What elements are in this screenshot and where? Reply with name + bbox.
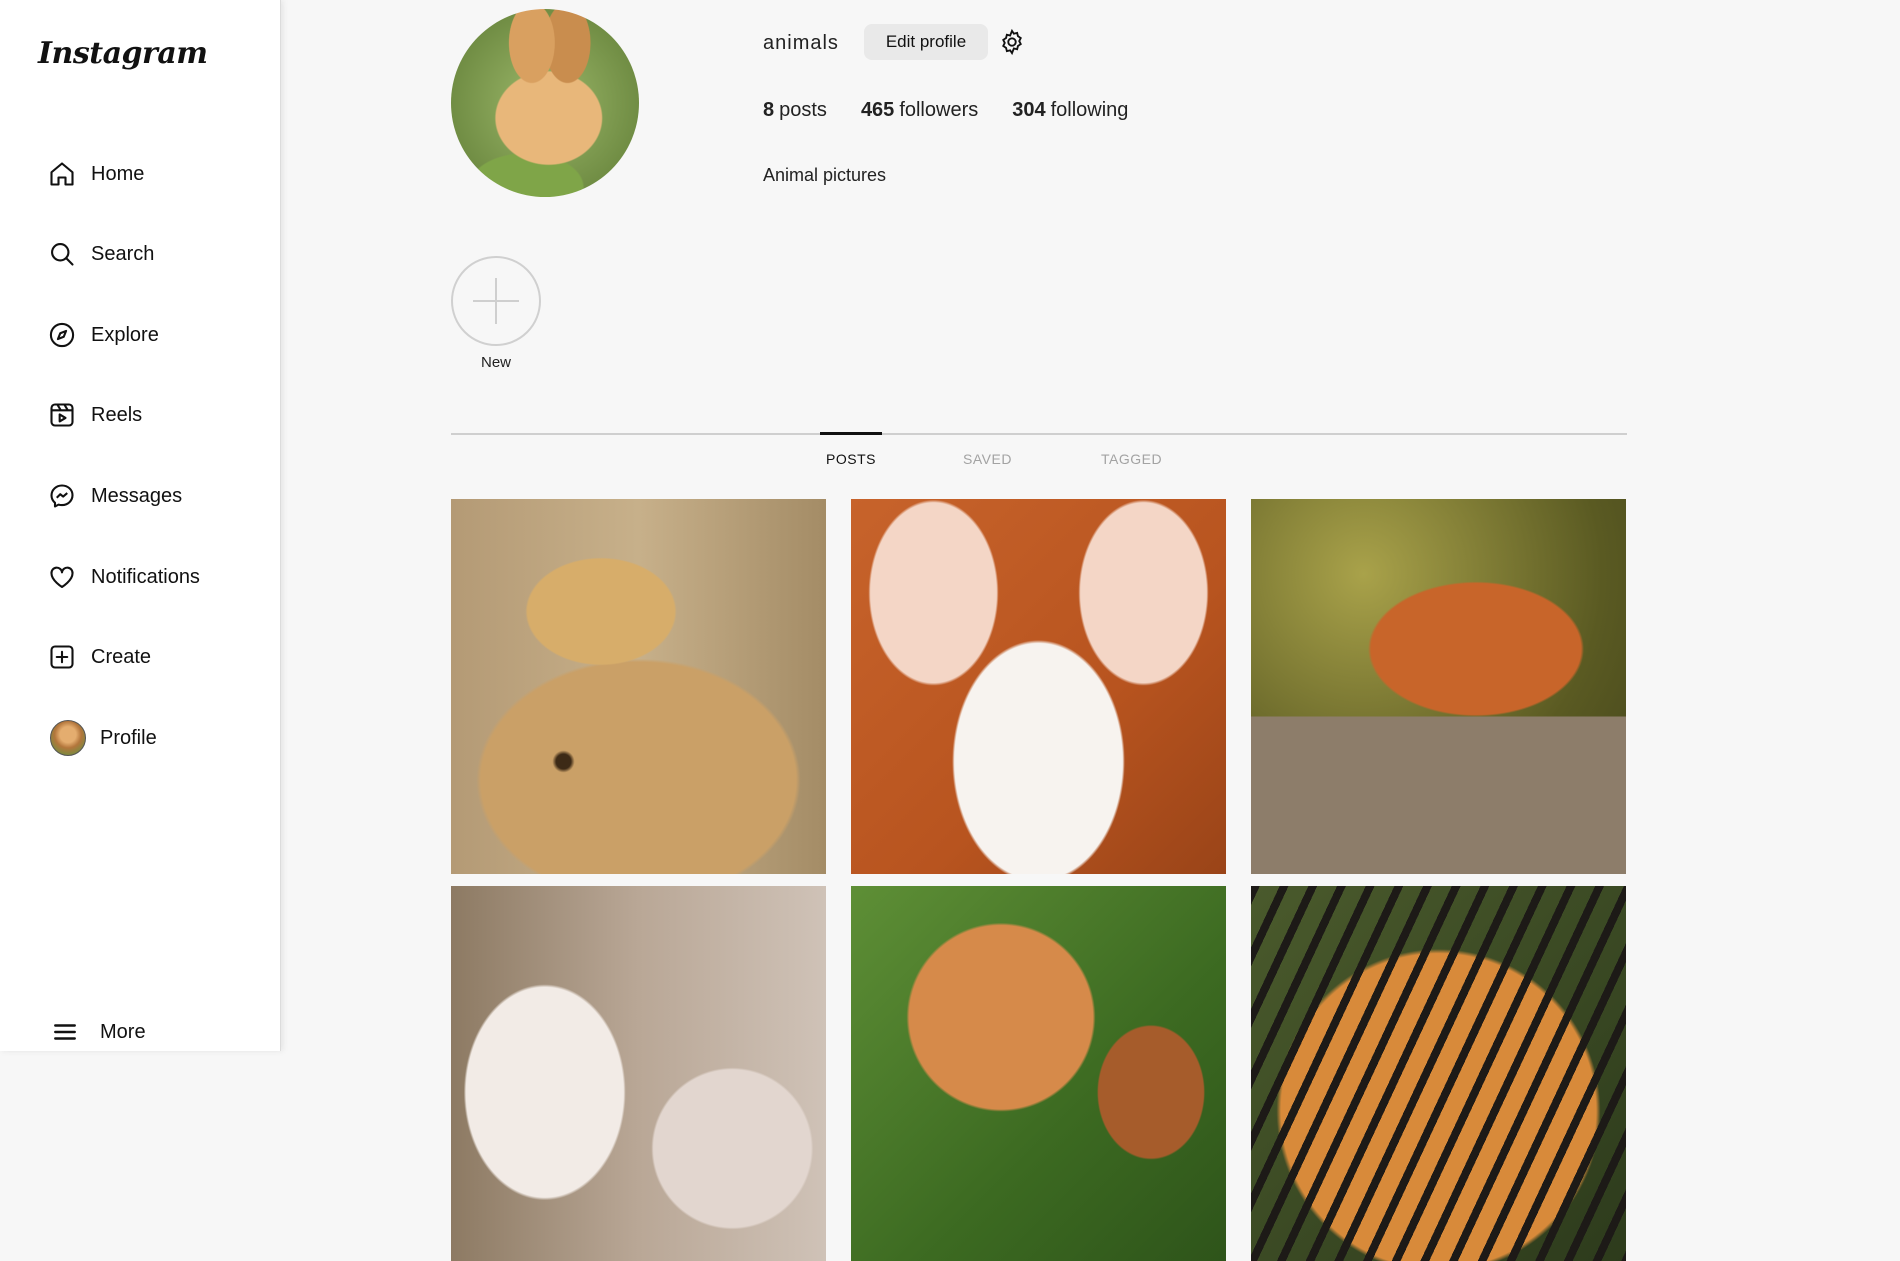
sidebar-item-notifications[interactable]: Notifications	[48, 557, 268, 597]
sidebar-item-label: Messages	[91, 485, 182, 508]
more-button[interactable]: More	[52, 1019, 146, 1045]
tab-tagged[interactable]: TAGGED	[1101, 451, 1162, 467]
sidebar-item-messages[interactable]: Messages	[48, 476, 268, 516]
profile-main: animals Edit profile 8posts 465followers…	[281, 0, 1900, 1051]
tab-posts[interactable]: POSTS	[826, 451, 876, 467]
sidebar-item-label: Explore	[91, 324, 159, 347]
new-story-label: New	[471, 354, 521, 371]
sidebar-item-label: Home	[91, 163, 144, 186]
sidebar-item-create[interactable]: Create	[48, 637, 268, 677]
plus-square-icon	[48, 643, 76, 671]
sidebar-item-profile[interactable]: Profile	[48, 718, 268, 758]
gear-icon[interactable]	[998, 28, 1026, 56]
sidebar-item-label: Reels	[91, 404, 142, 427]
avatar	[50, 720, 86, 756]
sidebar-item-explore[interactable]: Explore	[48, 315, 268, 355]
plus-icon	[453, 258, 539, 344]
menu-icon	[52, 1019, 78, 1045]
new-story-button[interactable]	[451, 256, 541, 346]
post-thumbnail[interactable]	[451, 499, 826, 874]
home-icon	[48, 160, 76, 188]
messenger-icon	[48, 482, 76, 510]
sidebar-item-label: Notifications	[91, 566, 200, 589]
more-label: More	[100, 1021, 146, 1044]
post-thumbnail[interactable]	[851, 499, 1226, 874]
sidebar: Instagram Home Search Explore Reels Mess…	[0, 0, 281, 1051]
profile-bio: Animal pictures	[763, 165, 886, 186]
sidebar-item-label: Profile	[100, 727, 157, 750]
profile-picture[interactable]	[451, 9, 639, 197]
instagram-logo[interactable]: Instagram	[38, 36, 208, 71]
posts-count: 8posts	[763, 99, 827, 122]
profile-username: animals	[763, 32, 839, 55]
sidebar-item-home[interactable]: Home	[48, 154, 268, 194]
active-tab-indicator	[820, 432, 882, 435]
post-thumbnail[interactable]	[451, 886, 826, 1261]
tab-saved[interactable]: SAVED	[963, 451, 1012, 467]
reels-icon	[48, 401, 76, 429]
followers-count[interactable]: 465followers	[861, 99, 978, 122]
sidebar-item-label: Create	[91, 646, 151, 669]
following-count[interactable]: 304following	[1012, 99, 1128, 122]
post-thumbnail[interactable]	[1251, 499, 1626, 874]
search-icon	[48, 240, 76, 268]
sidebar-item-search[interactable]: Search	[48, 234, 268, 274]
sidebar-item-label: Search	[91, 243, 154, 266]
sidebar-item-reels[interactable]: Reels	[48, 395, 268, 435]
profile-stats: 8posts 465followers 304following	[763, 99, 1128, 122]
post-thumbnail[interactable]	[1251, 886, 1626, 1261]
tabs-divider	[451, 433, 1627, 435]
heart-icon	[48, 563, 76, 591]
post-thumbnail[interactable]	[851, 886, 1226, 1261]
compass-icon	[48, 321, 76, 349]
edit-profile-button[interactable]: Edit profile	[864, 24, 988, 60]
